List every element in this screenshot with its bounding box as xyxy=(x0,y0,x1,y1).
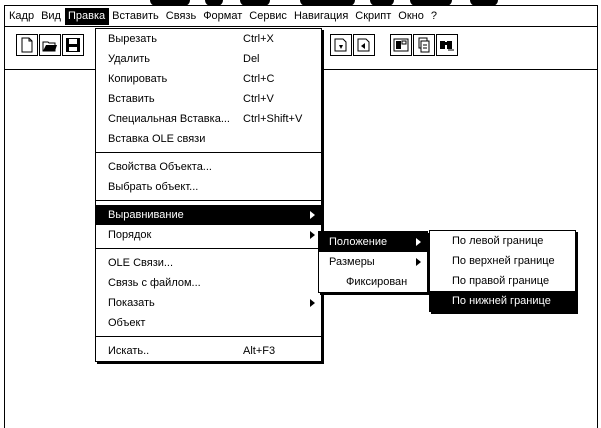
frame-tool-button-1[interactable] xyxy=(330,34,352,56)
menu-item-align-left[interactable]: По левой границе xyxy=(430,231,575,251)
menu-format[interactable]: Формат xyxy=(200,8,246,25)
menu-separator xyxy=(96,245,321,253)
menu-item-label: По левой границе xyxy=(452,235,544,247)
submenu-arrow-icon xyxy=(416,238,421,246)
menu-item-label: Специальная Вставка... xyxy=(108,113,230,125)
pages-button[interactable] xyxy=(413,34,435,56)
frame-move-icon xyxy=(357,38,370,52)
menu-item-cut[interactable]: Вырезать Ctrl+X xyxy=(96,29,321,49)
layout-button[interactable] xyxy=(390,34,412,56)
menu-item-shortcut: Del xyxy=(243,53,260,65)
menu-item-label: Связь с файлом... xyxy=(108,277,201,289)
menu-item-shortcut: Ctrl+Shift+V xyxy=(243,113,303,125)
menu-view[interactable]: Вид xyxy=(38,8,65,25)
frame-tool-button-2[interactable] xyxy=(353,34,375,56)
menubar: Кадр Вид Правка Вставить Связь Формат Се… xyxy=(4,6,598,26)
menu-separator xyxy=(96,197,321,205)
menu-item-shortcut: Alt+F3 xyxy=(243,345,276,357)
save-icon xyxy=(66,38,80,52)
position-submenu: По левой границе По верхней границе По п… xyxy=(429,230,576,312)
menu-item-shortcut: Ctrl+V xyxy=(243,93,274,105)
menu-separator xyxy=(96,333,321,341)
open-folder-icon xyxy=(42,41,57,52)
edit-menu-dropdown: Вырезать Ctrl+X Удалить Del Копировать Ctrl… xyxy=(95,28,322,362)
menu-item-paste-special[interactable]: Специальная Вставка... Ctrl+Shift+V xyxy=(96,109,321,129)
submenu-arrow-icon xyxy=(310,211,315,219)
menu-item-label: Фиксирован xyxy=(346,276,408,288)
menu-insert[interactable]: Вставить xyxy=(109,8,163,25)
menu-item-link-to-file[interactable]: Связь с файлом... xyxy=(96,273,321,293)
menu-item-label: Выравнивание xyxy=(108,209,184,221)
menu-item-label: Вставить xyxy=(108,93,155,105)
menu-item-select-object[interactable]: Выбрать объект... xyxy=(96,177,321,197)
submenu-arrow-icon xyxy=(416,258,421,266)
menu-item-label: Показать xyxy=(108,297,155,309)
menu-item-label: Вырезать xyxy=(108,33,157,45)
menu-item-label: Свойства Объекта... xyxy=(108,161,212,173)
menu-item-copy[interactable]: Копировать Ctrl+C xyxy=(96,69,321,89)
menu-item-label: По верхней границе xyxy=(452,255,555,267)
menu-item-label: OLE Связи... xyxy=(108,257,174,269)
menu-item-object-properties[interactable]: Свойства Объекта... xyxy=(96,157,321,177)
menu-item-shortcut: Ctrl+C xyxy=(243,73,275,85)
new-document-button[interactable] xyxy=(16,34,38,56)
menu-item-delete[interactable]: Удалить Del xyxy=(96,49,321,69)
new-document-icon xyxy=(21,37,33,53)
submenu-arrow-icon xyxy=(310,299,315,307)
menu-item-label: Копировать xyxy=(108,73,168,85)
menu-item-label: Положение xyxy=(329,236,388,248)
menu-item-label: Искать.. xyxy=(108,345,150,357)
menu-edit[interactable]: Правка xyxy=(64,7,110,25)
menu-frame[interactable]: Кадр xyxy=(6,8,38,25)
menu-item-order[interactable]: Порядок xyxy=(96,225,321,245)
menu-item-label: Объект xyxy=(108,317,146,329)
menu-item-label: По нижней границе xyxy=(452,295,551,307)
menu-item-align-top[interactable]: По верхней границе xyxy=(430,251,575,271)
find-button[interactable] xyxy=(436,34,458,56)
menu-item-paste-ole-link[interactable]: Вставка OLE связи xyxy=(96,129,321,149)
menu-item-sizes[interactable]: Размеры xyxy=(319,252,427,272)
open-folder-button[interactable] xyxy=(39,34,61,56)
binoculars-icon xyxy=(440,41,454,51)
menu-item-ole-links[interactable]: OLE Связи... xyxy=(96,253,321,273)
menu-item-fixed[interactable]: Фиксирован xyxy=(319,272,427,292)
layout-icon xyxy=(393,38,409,52)
menu-item-align-right[interactable]: По правой границе xyxy=(430,271,575,291)
menu-item-align[interactable]: Выравнивание xyxy=(96,205,321,225)
toolbar-group-nav xyxy=(390,34,459,56)
menu-item-shortcut: Ctrl+X xyxy=(243,33,274,45)
menu-item-show[interactable]: Показать xyxy=(96,293,321,313)
save-button[interactable] xyxy=(62,34,84,56)
pages-icon xyxy=(418,37,430,53)
menu-item-label: Выбрать объект... xyxy=(108,181,199,193)
toolbar-group-frame xyxy=(330,34,376,56)
menu-item-label: Вставка OLE связи xyxy=(108,133,206,145)
menu-item-object[interactable]: Объект xyxy=(96,313,321,333)
menu-help[interactable]: ? xyxy=(428,8,441,25)
submenu-arrow-icon xyxy=(310,231,315,239)
menu-item-label: Удалить xyxy=(108,53,150,65)
menu-item-label: Порядок xyxy=(108,229,152,241)
menu-script[interactable]: Скрипт xyxy=(352,8,395,25)
menu-item-position[interactable]: Положение xyxy=(319,232,427,252)
menu-item-align-bottom[interactable]: По нижней границе xyxy=(430,291,575,311)
menu-navigation[interactable]: Навигация xyxy=(291,8,352,25)
menu-item-find[interactable]: Искать.. Alt+F3 xyxy=(96,341,321,361)
menu-window[interactable]: Окно xyxy=(395,8,428,25)
menu-tools[interactable]: Сервис xyxy=(246,8,291,25)
menu-separator xyxy=(96,149,321,157)
align-submenu: Положение Размеры Фиксирован xyxy=(318,231,428,293)
menu-item-label: По правой границе xyxy=(452,275,550,287)
menu-item-label: Размеры xyxy=(329,256,375,268)
frame-arrange-icon xyxy=(334,38,347,52)
menu-link[interactable]: Связь xyxy=(163,8,200,25)
menu-item-paste[interactable]: Вставить Ctrl+V xyxy=(96,89,321,109)
toolbar-group-file xyxy=(16,34,85,56)
